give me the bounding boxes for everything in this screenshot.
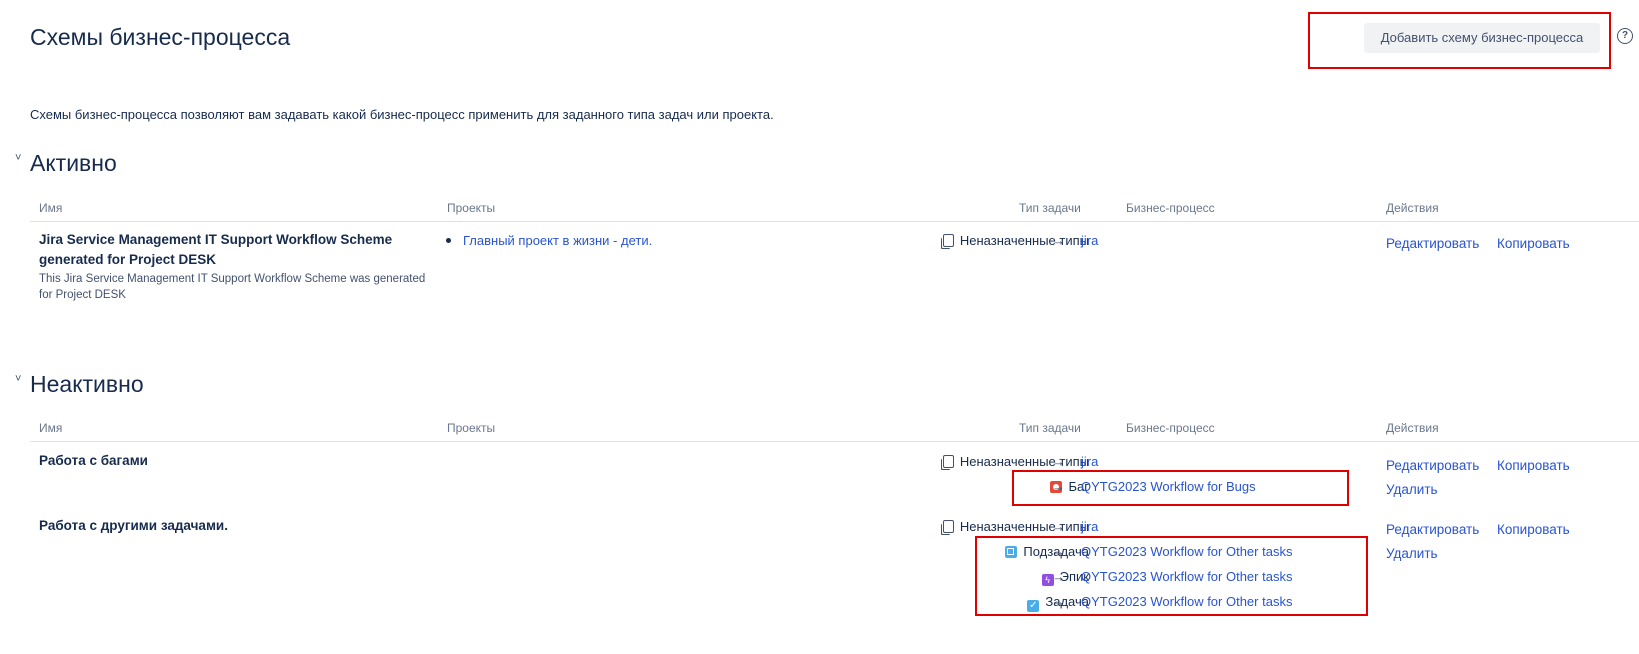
col-head-issue-type: Тип задачи [1019,421,1081,435]
issue-type: Подзадача [1005,544,1089,559]
issue-type: Неназначенные типы [942,519,1089,534]
col-head-name: Имя [39,201,63,215]
col-head-workflow: Бизнес-процесс [1126,201,1215,215]
active-section-chevron-icon[interactable]: ˅ [15,152,21,164]
active-section-title: Активно [30,150,117,176]
unassigned-icon [942,455,954,468]
col-head-issue-type: Тип задачи [1019,201,1081,215]
arrow-icon: → [1052,594,1065,609]
issue-type: Неназначенные типы [942,454,1089,469]
scheme-name: Работа с багами [39,453,148,468]
scheme-description-line1: This Jira Service Management IT Support … [39,273,426,285]
project-bullet [446,238,451,243]
col-head-actions: Действия [1386,201,1439,215]
arrow-icon: → [1052,454,1065,469]
workflow-link[interactable]: QYTG2023 Workflow for Other tasks [1081,544,1292,559]
unassigned-icon [942,520,954,533]
unassigned-icon [942,234,954,247]
scheme-description: This Jira Service Management IT Support … [39,271,425,303]
edit-link[interactable]: Редактировать [1386,522,1479,537]
col-head-actions: Действия [1386,421,1439,435]
arrow-icon: → [1052,519,1065,534]
scheme-name: Работа с другими задачами. [39,518,228,533]
delete-link[interactable]: Удалить [1386,482,1438,497]
workflow-link[interactable]: QYTG2023 Workflow for Other tasks [1081,594,1292,609]
arrow-icon: → [1052,544,1065,559]
active-table-header-divider [30,221,1639,222]
arrow-icon: → [1052,233,1065,248]
arrow-icon: → [1052,479,1065,494]
scheme-description-line2: for Project DESK [39,289,126,301]
col-head-name: Имя [39,421,63,435]
col-head-workflow: Бизнес-процесс [1126,421,1215,435]
page-title: Схемы бизнес-процесса [30,24,291,50]
task-icon: ✓ [1027,600,1040,612]
issue-type: Неназначенные типы [942,233,1089,248]
inactive-section-chevron-icon[interactable]: ˅ [15,373,21,385]
scheme-name: Jira Service Management IT Support Workf… [39,230,392,270]
arrow-icon: → [1052,569,1065,584]
scheme-name-line1: Jira Service Management IT Support Workf… [39,232,393,247]
issue-type-label: Неназначенные типы [959,519,1089,534]
copy-link[interactable]: Копировать [1497,236,1570,251]
inactive-section-title: Неактивно [30,371,144,397]
page-description: Схемы бизнес-процесса позволяют вам зада… [30,107,774,122]
workflow-link[interactable]: QYTG2023 Workflow for Bugs [1081,479,1256,494]
delete-link[interactable]: Удалить [1386,546,1438,561]
subtask-icon [1005,546,1018,558]
col-head-projects: Проекты [447,201,496,215]
issue-type-label: Неназначенные типы [959,454,1089,469]
project-link[interactable]: Главный проект в жизни - дети. [463,233,652,248]
workflow-link[interactable]: jira [1081,454,1098,469]
workflow-link[interactable]: QYTG2023 Workflow for Other tasks [1081,569,1292,584]
scheme-name-line2: generated for Project DESK [39,252,217,267]
workflow-link[interactable]: jira [1081,519,1098,534]
edit-link[interactable]: Редактировать [1386,236,1479,251]
edit-link[interactable]: Редактировать [1386,458,1479,473]
copy-link[interactable]: Копировать [1497,522,1570,537]
workflow-link[interactable]: jira [1081,233,1098,248]
help-icon[interactable]: ? [1617,28,1633,44]
copy-link[interactable]: Копировать [1497,458,1570,473]
add-workflow-scheme-button[interactable]: Добавить схему бизнес-процесса [1364,23,1600,53]
col-head-projects: Проекты [447,421,496,435]
issue-type-label: Неназначенные типы [959,233,1089,248]
inactive-table-header-divider [30,441,1639,442]
